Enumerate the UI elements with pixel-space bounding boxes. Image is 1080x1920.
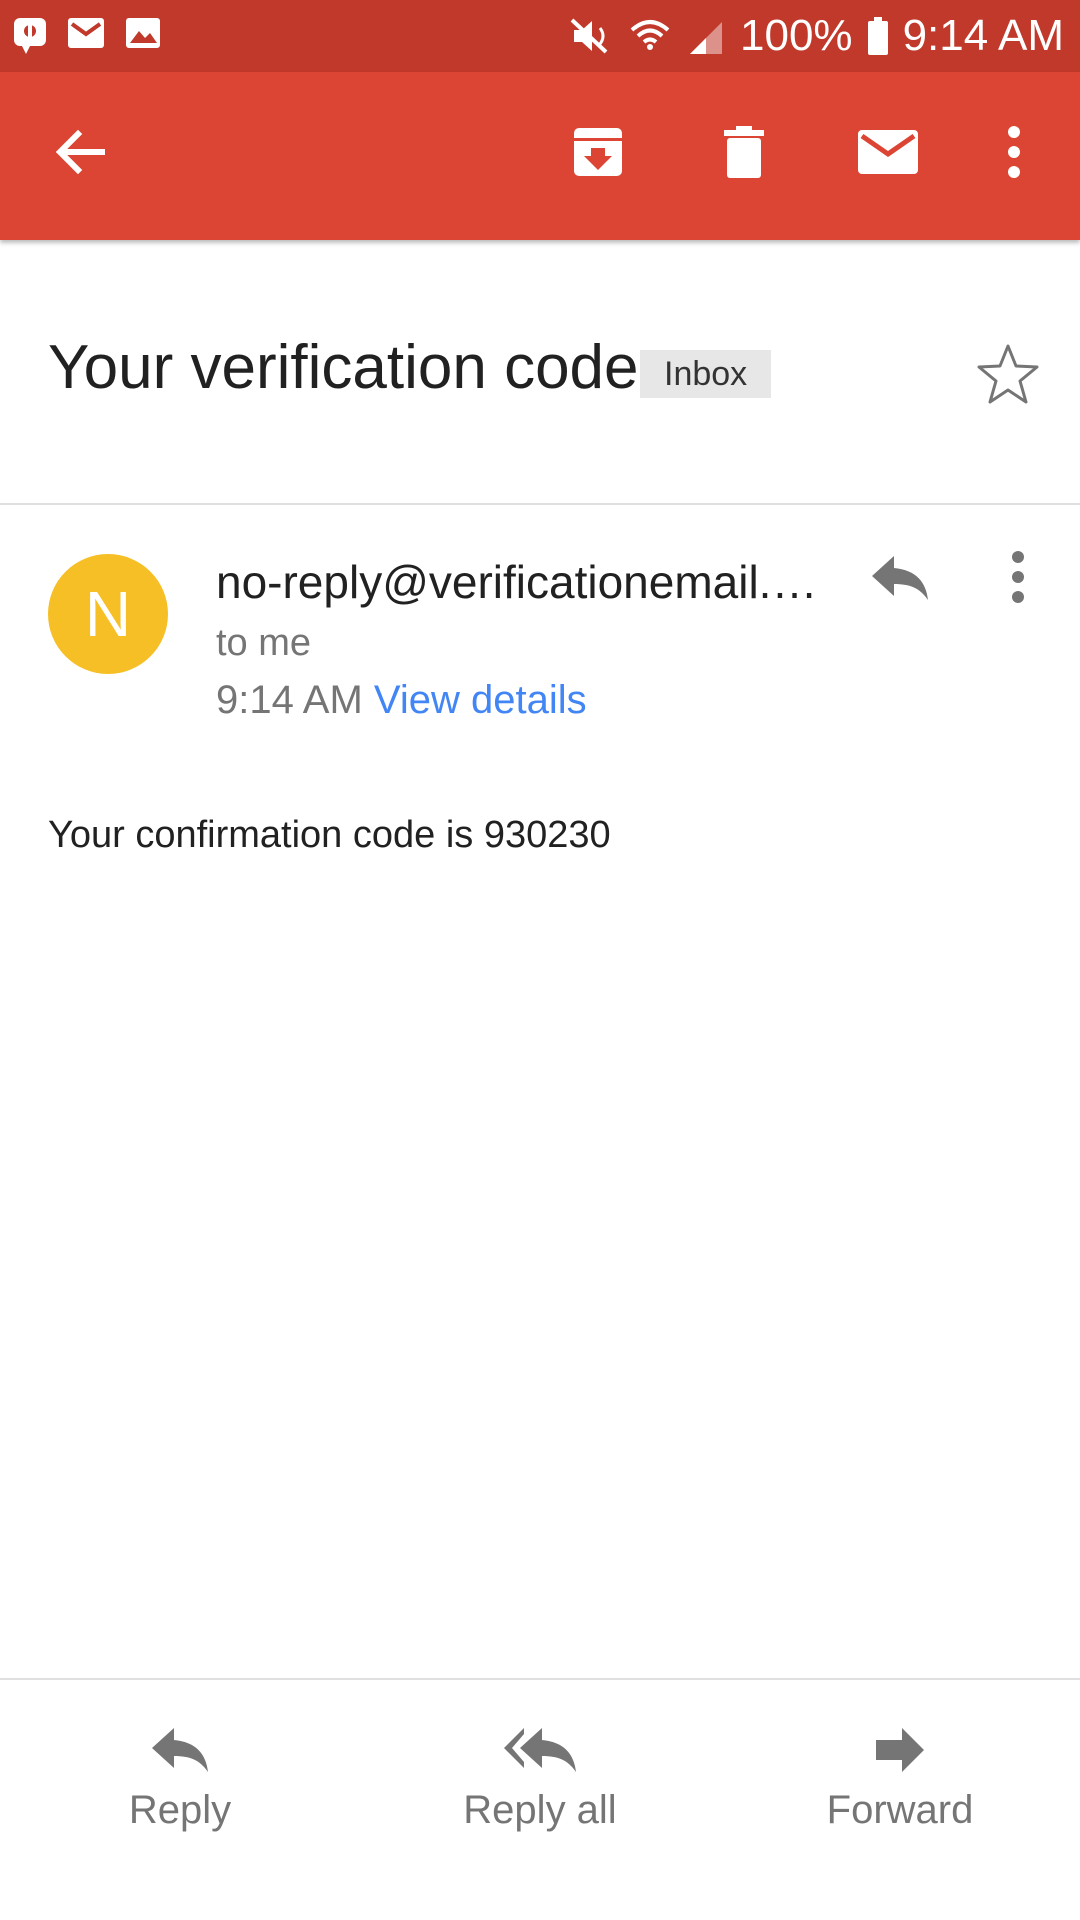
battery-icon (867, 16, 889, 56)
email-body: Your confirmation code is 930230 (48, 814, 611, 856)
forward-icon (876, 1728, 924, 1772)
archive-icon[interactable] (570, 124, 626, 180)
bottom-action-bar: Reply Reply all Forward (0, 1680, 1080, 1920)
status-bar-notifications (12, 16, 162, 56)
mute-icon (570, 16, 614, 56)
sender-address[interactable]: no-reply@verificationemail.… (216, 552, 817, 612)
reply-label: Reply (128, 1788, 232, 1832)
mark-unread-icon[interactable] (856, 128, 920, 176)
reply-all-button[interactable]: Reply all (390, 1724, 690, 1836)
reply-icon[interactable] (870, 552, 930, 604)
notification-app-icon (12, 16, 48, 56)
status-time: 9:14 AM (902, 11, 1064, 60)
battery-percent: 100% (740, 11, 853, 60)
recipient-text[interactable]: to me (216, 618, 311, 668)
signal-icon (686, 16, 726, 56)
inbox-label-chip: Inbox (640, 350, 772, 398)
star-icon[interactable] (976, 342, 1040, 406)
status-bar-system: 100% 9:14 AM (570, 10, 1064, 62)
email-toolbar (0, 72, 1080, 240)
subject-divider (0, 503, 1080, 505)
sender-avatar[interactable]: N (48, 554, 168, 674)
email-time-row: 9:14 AM View details (216, 674, 587, 726)
more-vert-icon[interactable] (1000, 124, 1028, 180)
forward-button[interactable]: Forward (750, 1724, 1050, 1836)
delete-icon[interactable] (716, 124, 772, 180)
status-bar: 100% 9:14 AM (0, 0, 1080, 72)
view-details-link[interactable]: View details (374, 678, 587, 722)
wifi-icon (628, 16, 672, 56)
message-more-icon[interactable] (1006, 550, 1030, 604)
reply-button[interactable]: Reply (30, 1724, 330, 1836)
reply-icon (152, 1728, 208, 1772)
back-arrow-icon[interactable] (52, 124, 108, 180)
email-subject: Your verification code (48, 333, 639, 402)
reply-all-label: Reply all (463, 1788, 617, 1832)
image-notification-icon (124, 16, 162, 56)
gmail-notification-icon (66, 16, 106, 56)
email-time: 9:14 AM (216, 678, 363, 722)
forward-label: Forward (826, 1788, 974, 1832)
reply-all-icon (504, 1728, 576, 1772)
